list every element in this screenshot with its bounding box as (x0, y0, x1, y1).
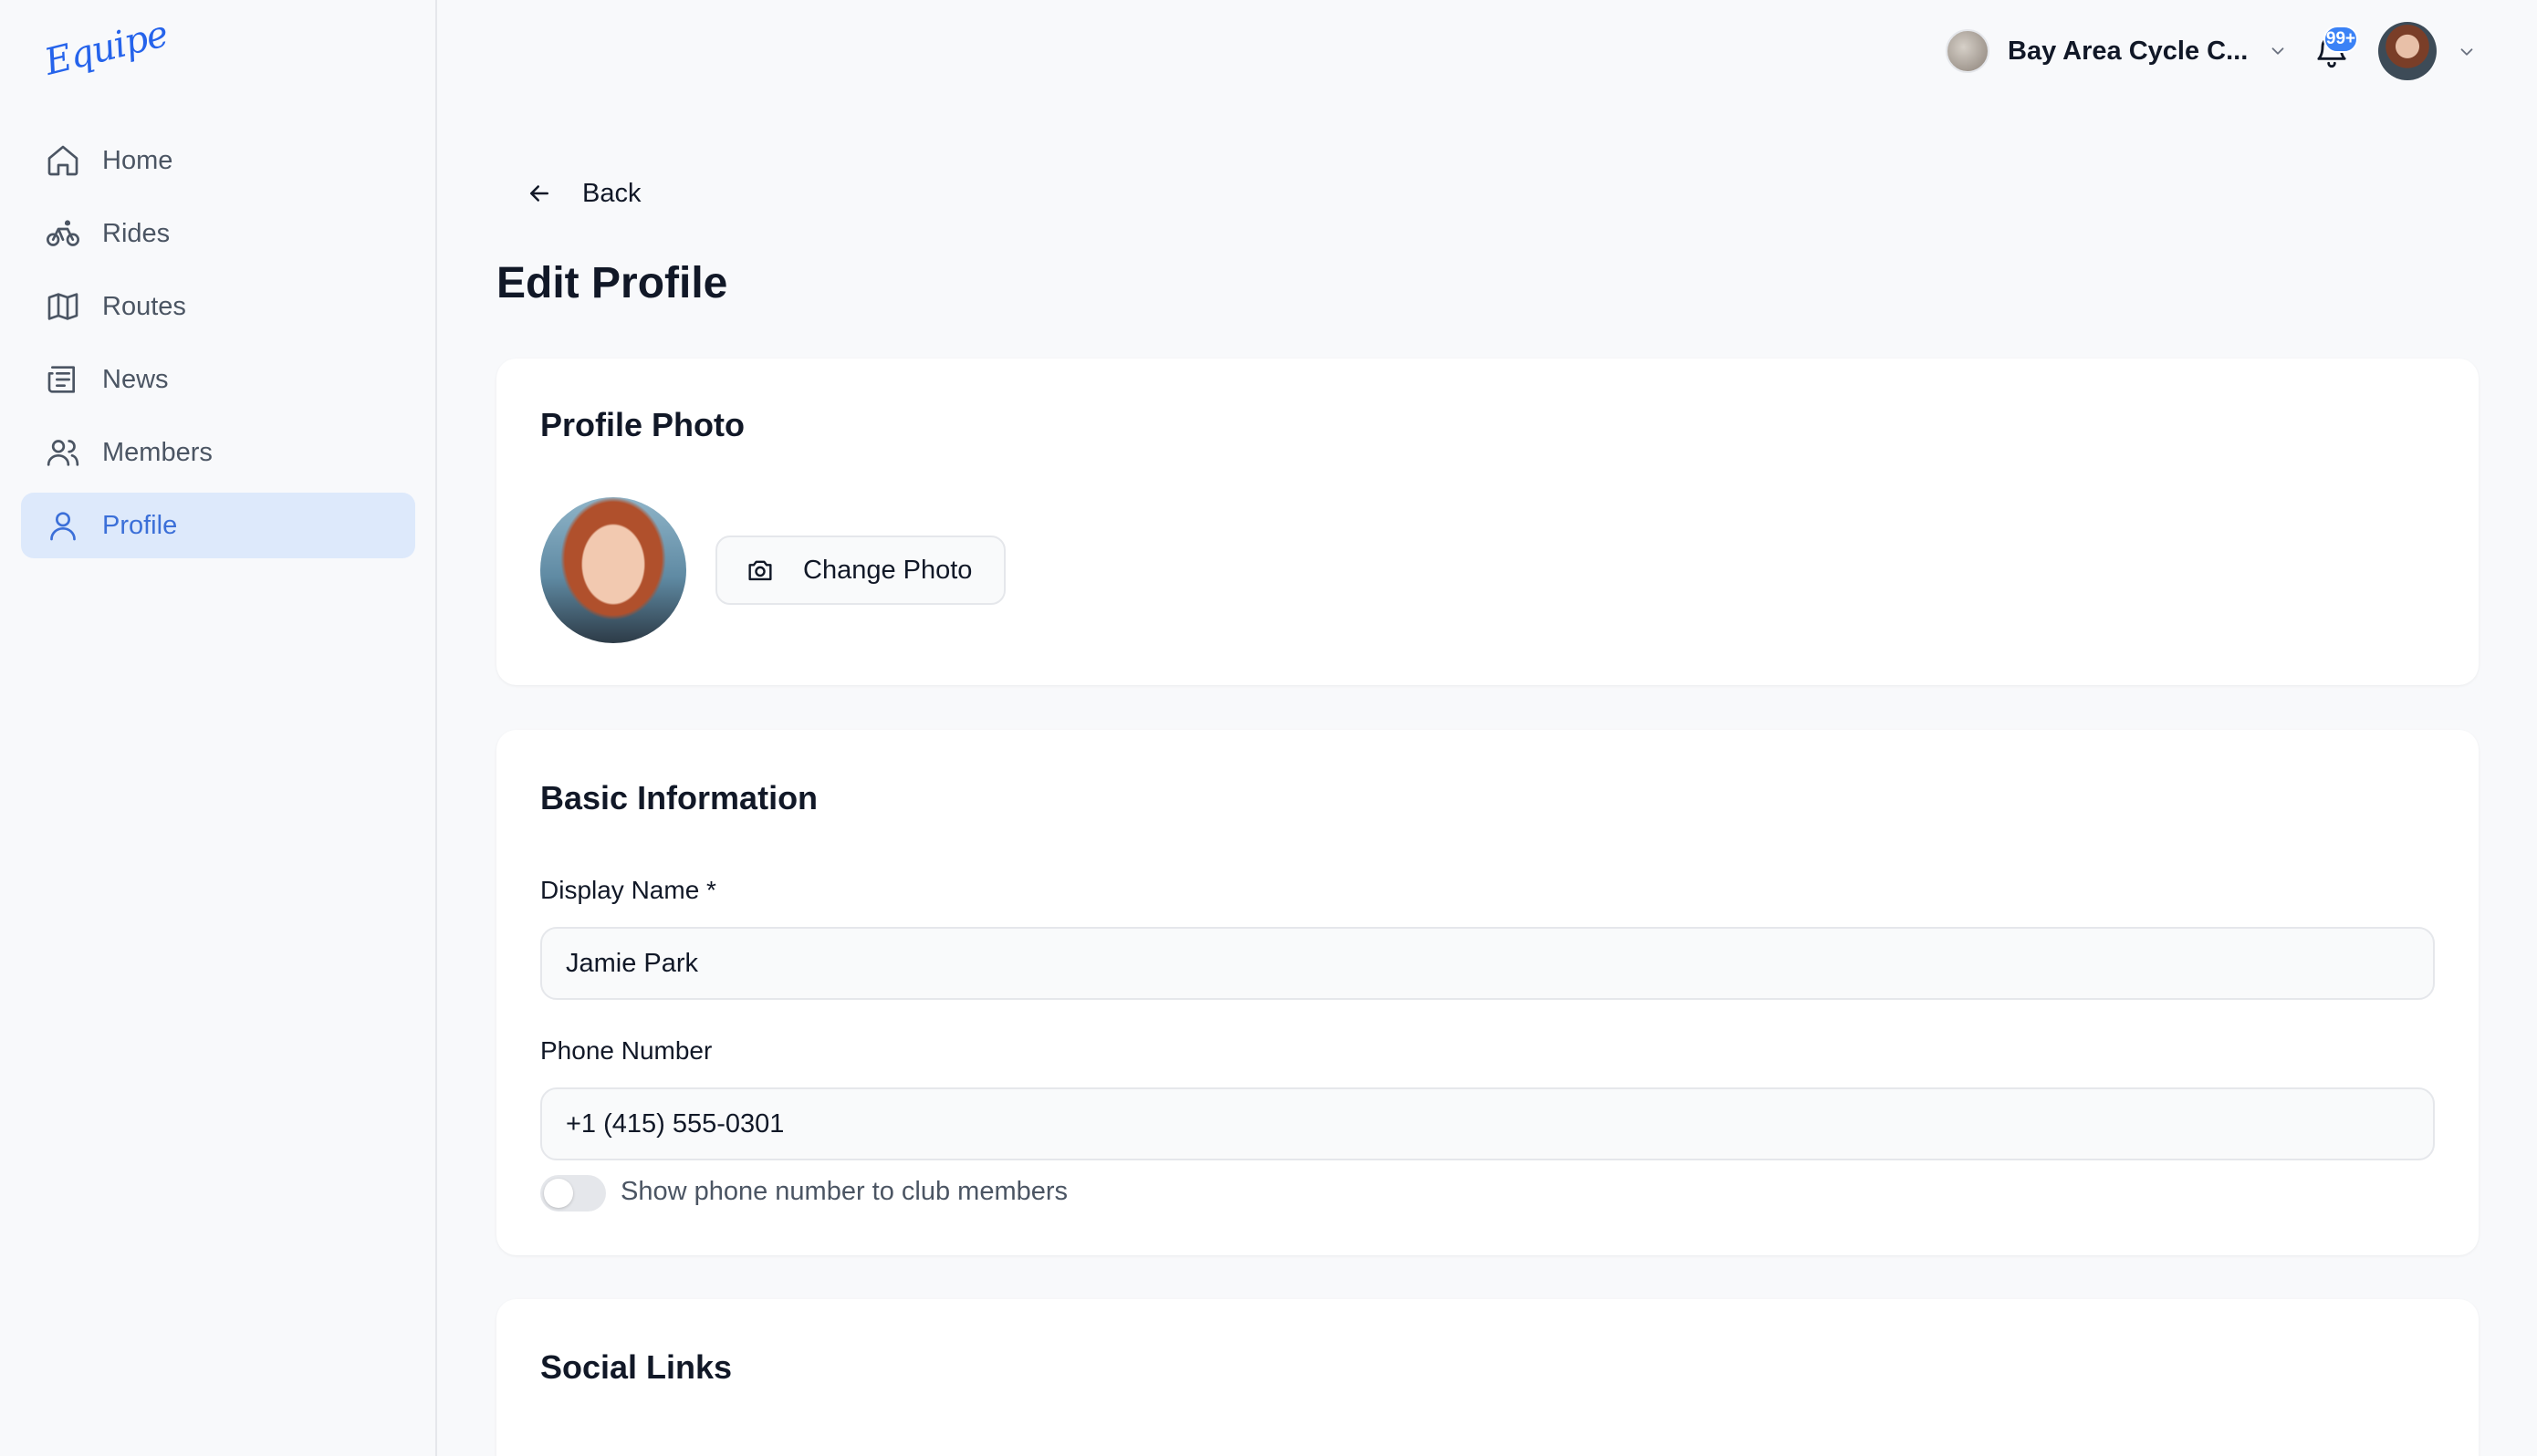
home-icon (47, 145, 78, 176)
sidebar-item-profile[interactable]: Profile (21, 493, 415, 558)
profile-photo-card: Profile Photo Change Photo (496, 359, 2479, 685)
phone-number-label: Phone Number (540, 1036, 713, 1065)
sidebar-item-rides[interactable]: Rides (21, 201, 415, 266)
camera-icon (748, 560, 772, 581)
back-label: Back (582, 178, 642, 208)
app-logo[interactable]: Equipe (40, 13, 172, 84)
user-icon (50, 512, 76, 541)
display-name-input[interactable]: Jamie Park (540, 927, 2435, 1000)
display-name-label: Display Name * (540, 876, 716, 904)
chevron-down-icon[interactable] (2457, 42, 2477, 62)
change-photo-button[interactable]: Change Photo (715, 536, 1006, 605)
sidebar-item-news[interactable]: News (21, 347, 415, 412)
sidebar-item-label: Home (102, 145, 173, 175)
club-switcher[interactable]: Bay Area Cycle C... (1946, 27, 2288, 75)
newspaper-icon (47, 366, 75, 393)
notification-badge: 99+ (2323, 26, 2358, 53)
phone-number-input[interactable]: +1 (415) 555-0301 (540, 1087, 2435, 1160)
sidebar-item-label: News (102, 364, 169, 394)
sidebar-item-members[interactable]: Members (21, 420, 415, 485)
sidebar-nav: Home Rides Routes News Members Profile (21, 128, 415, 566)
sidebar-item-label: Rides (102, 218, 171, 248)
users-icon (47, 440, 79, 466)
bicycle-icon (47, 220, 80, 246)
page-title: Edit Profile (496, 259, 728, 307)
profile-photo (540, 497, 686, 643)
sidebar-item-label: Routes (102, 291, 186, 321)
social-links-title: Social Links (540, 1348, 733, 1386)
profile-photo-title: Profile Photo (540, 406, 745, 443)
sidebar-item-label: Members (102, 437, 213, 467)
show-phone-label: Show phone number to club members (621, 1177, 1069, 1206)
club-avatar (1946, 29, 1989, 73)
chevron-down-icon (2271, 47, 2284, 55)
sidebar: Equipe Home Rides Routes News Members Pr… (0, 0, 437, 1456)
map-icon (47, 293, 78, 320)
sidebar-item-home[interactable]: Home (21, 128, 415, 193)
back-button[interactable]: Back (526, 173, 641, 213)
sidebar-item-label: Profile (102, 510, 178, 540)
basic-information-title: Basic Information (540, 779, 819, 816)
social-links-card: Social Links (496, 1299, 2479, 1456)
avatar[interactable] (2378, 22, 2437, 80)
change-photo-label: Change Photo (803, 555, 973, 585)
arrow-left-icon (530, 185, 548, 202)
sidebar-item-routes[interactable]: Routes (21, 274, 415, 339)
club-name: Bay Area Cycle C... (2008, 36, 2249, 66)
basic-information-card: Basic Information Display Name * Jamie P… (496, 730, 2479, 1255)
show-phone-toggle[interactable] (540, 1175, 606, 1212)
